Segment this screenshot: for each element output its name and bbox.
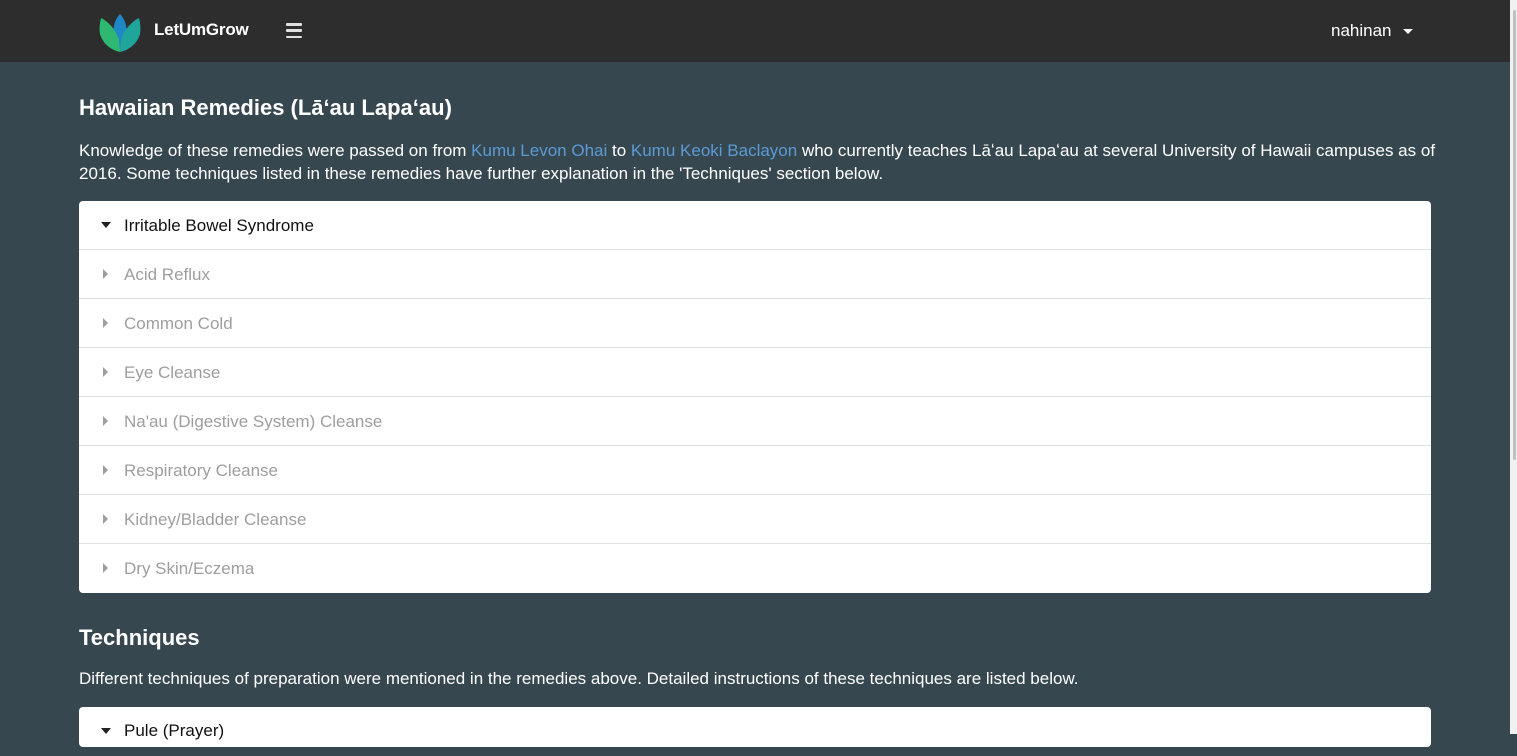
accordion-item-acid-reflux[interactable]: Acid Reflux	[79, 250, 1431, 299]
caret-right-icon	[103, 269, 108, 279]
caret-right-icon	[103, 416, 108, 426]
caret-down-icon	[101, 728, 111, 734]
caret-down-icon[interactable]	[1403, 29, 1413, 34]
accordion-title: Dry Skin/Eczema	[124, 559, 255, 578]
user-menu-toggle[interactable]: nahinan	[1331, 21, 1392, 41]
scrollbar-thumb[interactable]	[1513, 10, 1516, 460]
top-navbar: LetUmGrow nahinan	[0, 0, 1510, 62]
accordion-title: Pule (Prayer)	[124, 721, 225, 740]
techniques-intro: Different techniques of preparation were…	[79, 669, 1079, 688]
caret-right-icon	[103, 367, 108, 377]
techniques-heading: Techniques	[79, 625, 200, 650]
brand-name[interactable]: LetUmGrow	[154, 20, 249, 40]
accordion-item-kidney-bladder-cleanse[interactable]: Kidney/Bladder Cleanse	[79, 495, 1431, 544]
caret-right-icon	[103, 514, 108, 524]
accordion-title: Eye Cleanse	[124, 363, 221, 382]
intro-text-2: to	[607, 141, 631, 160]
caret-right-icon	[103, 318, 108, 328]
accordion-title: Kidney/Bladder Cleanse	[124, 510, 307, 529]
lotus-logo-icon[interactable]	[97, 10, 143, 52]
accordion-title: Irritable Bowel Syndrome	[124, 216, 314, 235]
accordion-item-eye-cleanse[interactable]: Eye Cleanse	[79, 348, 1431, 397]
accordion-item-dry-skin-eczema[interactable]: Dry Skin/Eczema	[79, 544, 1431, 593]
accordion-title: Respiratory Cleanse	[124, 461, 279, 480]
accordion-title: Na'au (Digestive System) Cleanse	[124, 412, 383, 431]
accordion-item-irritable-bowel-syndrome[interactable]: Irritable Bowel Syndrome	[79, 201, 1431, 250]
remedies-intro: Knowledge of these remedies were passed …	[79, 139, 1439, 185]
link-kumu-levon-ohai[interactable]: Kumu Levon Ohai	[471, 141, 607, 160]
accordion-item-common-cold[interactable]: Common Cold	[79, 299, 1431, 348]
caret-right-icon	[103, 465, 108, 475]
accordion-item-pule-prayer[interactable]: Pule (Prayer)	[79, 707, 1431, 756]
caret-right-icon	[103, 563, 108, 573]
accordion-title: Acid Reflux	[124, 265, 210, 284]
remedies-accordion: Irritable Bowel Syndrome Acid Reflux Com…	[79, 201, 1431, 593]
caret-down-icon	[101, 222, 111, 228]
intro-text-1: Knowledge of these remedies were passed …	[79, 141, 472, 160]
accordion-title: Common Cold	[124, 314, 233, 333]
accordion-item-respiratory-cleanse[interactable]: Respiratory Cleanse	[79, 446, 1431, 495]
link-kumu-keoki-baclayon[interactable]: Kumu Keoki Baclayon	[631, 141, 797, 160]
remedies-heading: Hawaiian Remedies (Lāʻau Lapaʻau)	[79, 95, 452, 120]
techniques-accordion: Pule (Prayer)	[79, 707, 1431, 747]
hamburger-menu-icon[interactable]	[286, 23, 302, 39]
accordion-item-naau-cleanse[interactable]: Na'au (Digestive System) Cleanse	[79, 397, 1431, 446]
